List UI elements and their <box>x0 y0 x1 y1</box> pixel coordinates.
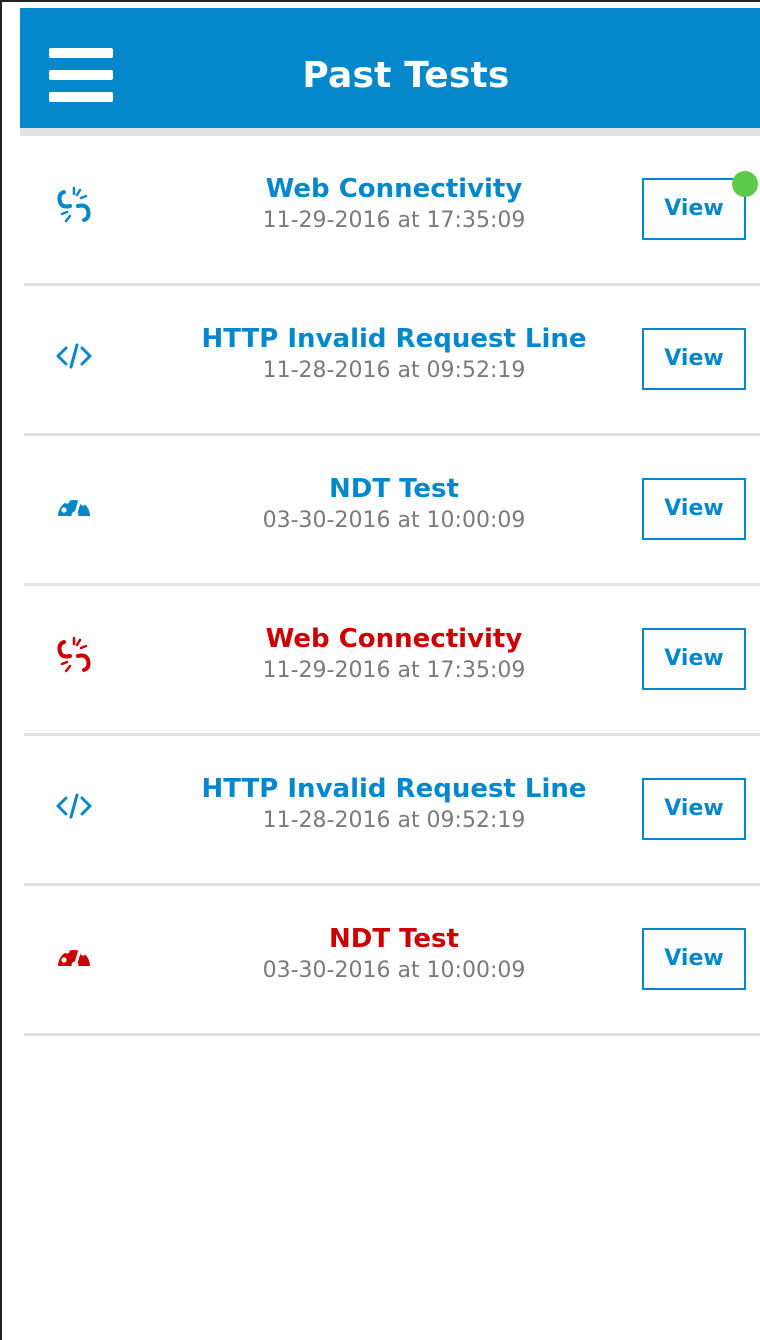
test-name: NDT Test <box>329 924 459 954</box>
test-row: Web Connectivity 11-29-2016 at 17:35:09 Vi… <box>24 136 760 286</box>
test-date: 11-28-2016 at 09:52:19 <box>262 808 526 833</box>
broken-link-icon <box>56 636 92 676</box>
test-row: Web Connectivity 11-29-2016 at 17:35:09 Vi… <box>24 586 760 736</box>
test-row: NDT Test 03-30-2016 at 10:00:09 View <box>24 886 760 1036</box>
app-screen: Past Tests Web Connectivity 11-29-2016 at… <box>0 0 760 1340</box>
speedometer-icon <box>56 936 92 976</box>
test-date: 11-28-2016 at 09:52:19 <box>262 358 526 383</box>
code-brackets-icon <box>56 336 92 376</box>
past-tests-list: Web Connectivity 11-29-2016 at 17:35:09 Vi… <box>24 136 760 1036</box>
test-date: 11-29-2016 at 17:35:09 <box>262 658 526 683</box>
view-button[interactable]: View <box>642 778 746 840</box>
test-name: NDT Test <box>329 474 459 504</box>
view-button[interactable]: View <box>642 628 746 690</box>
broken-link-icon <box>56 186 92 226</box>
new-result-dot <box>732 171 758 197</box>
code-brackets-icon <box>56 786 92 826</box>
test-info: NDT Test 03-30-2016 at 10:00:09 <box>144 472 644 536</box>
test-info: Web Connectivity 11-29-2016 at 17:35:09 <box>144 622 644 686</box>
header-divider <box>20 128 760 136</box>
page-title: Past Tests <box>302 55 510 96</box>
test-date: 03-30-2016 at 10:00:09 <box>262 958 526 983</box>
test-name: HTTP Invalid Request Line <box>201 324 587 354</box>
view-button[interactable]: View <box>642 178 746 240</box>
test-row: HTTP Invalid Request Line 11-28-2016 at 0… <box>24 286 760 436</box>
test-date: 11-29-2016 at 17:35:09 <box>262 208 526 233</box>
test-date: 03-30-2016 at 10:00:09 <box>262 508 526 533</box>
view-button[interactable]: View <box>642 328 746 390</box>
speedometer-icon <box>56 486 92 526</box>
test-name: HTTP Invalid Request Line <box>201 774 587 804</box>
test-name: Web Connectivity <box>265 174 523 204</box>
view-button[interactable]: View <box>642 928 746 990</box>
test-info: NDT Test 03-30-2016 at 10:00:09 <box>144 922 644 986</box>
test-info: HTTP Invalid Request Line 11-28-2016 at 0… <box>144 772 644 836</box>
test-name: Web Connectivity <box>265 624 523 654</box>
view-button[interactable]: View <box>642 478 746 540</box>
test-row: HTTP Invalid Request Line 11-28-2016 at 0… <box>24 736 760 886</box>
test-info: Web Connectivity 11-29-2016 at 17:35:09 <box>144 172 644 236</box>
test-row: NDT Test 03-30-2016 at 10:00:09 View <box>24 436 760 586</box>
app-header: Past Tests <box>20 8 760 128</box>
test-info: HTTP Invalid Request Line 11-28-2016 at 0… <box>144 322 644 386</box>
